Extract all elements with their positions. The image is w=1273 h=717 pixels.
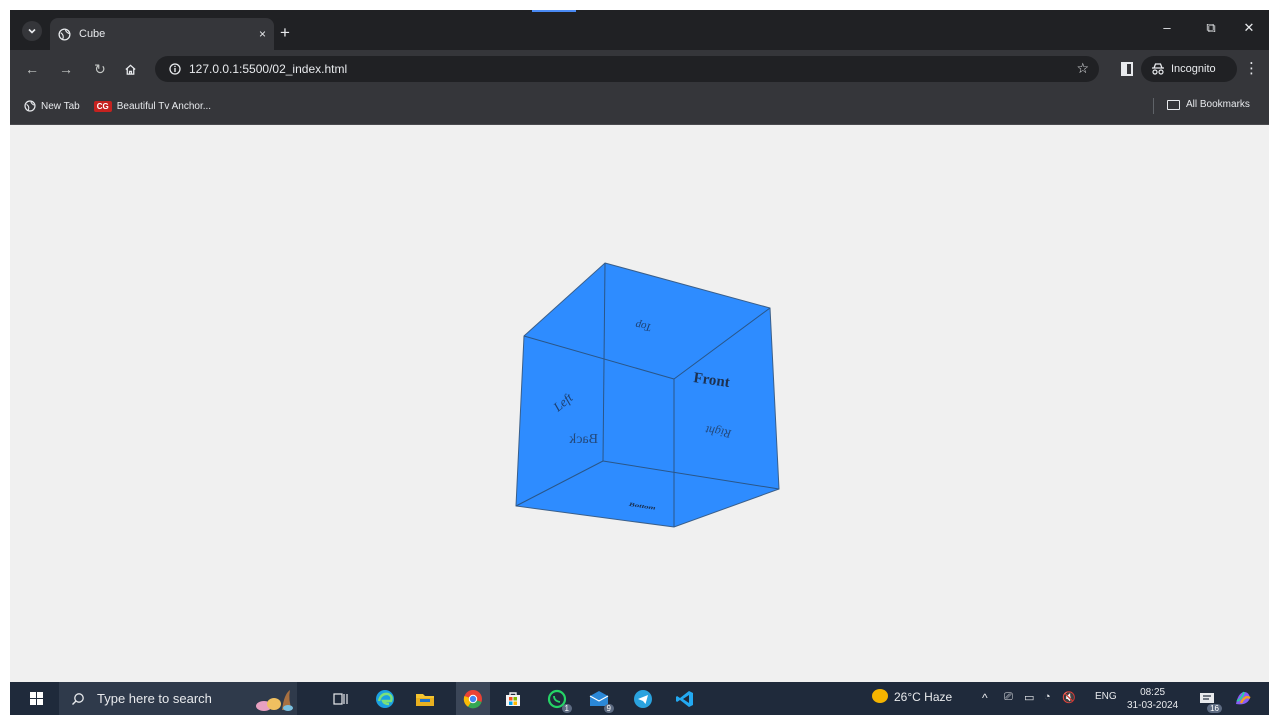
screen-frame: Cube × + – ⧉ ✕ ← → ↻ 127.0.0.1:5500/02_i… <box>10 10 1269 715</box>
tray-device-icon[interactable]: ⎚ <box>1004 691 1013 704</box>
whatsapp-icon[interactable]: 1 <box>546 688 572 713</box>
all-bookmarks-label: All Bookmarks <box>1186 99 1250 110</box>
search-placeholder: Type here to search <box>97 691 212 706</box>
globe-icon <box>24 100 36 112</box>
telegram-icon[interactable] <box>632 688 654 710</box>
cube: Front Top Left Back Right Bottom <box>515 262 780 528</box>
new-tab-button[interactable]: + <box>274 22 296 44</box>
bookmark-star-icon[interactable]: ☆ <box>1076 60 1089 77</box>
clock[interactable]: 08:25 31-03-2024 <box>1127 686 1178 712</box>
chrome-icon[interactable] <box>456 682 490 715</box>
minimize-button[interactable]: – <box>1156 20 1178 35</box>
weather-widget[interactable]: 26°C Haze <box>872 689 952 704</box>
url-text[interactable]: 127.0.0.1:5500/02_index.html <box>189 62 347 76</box>
wifi-icon[interactable]: ◔ <box>1044 691 1051 703</box>
cube-silhouette <box>515 262 780 528</box>
mail-badge: 9 <box>603 704 614 713</box>
mail-icon[interactable]: 9 <box>588 688 614 713</box>
cube-scene: Front Top Left Back Right Bottom <box>515 262 780 528</box>
home-icon[interactable] <box>120 59 140 79</box>
close-tab-icon[interactable]: × <box>259 27 266 41</box>
restore-button[interactable]: ⧉ <box>1200 20 1222 36</box>
bookmarks-divider <box>1153 98 1154 114</box>
clock-date: 31-03-2024 <box>1127 700 1179 711</box>
menu-kebab-icon[interactable]: ⋮ <box>1244 59 1259 77</box>
tab-cube[interactable]: Cube × <box>50 18 274 50</box>
forward-arrow-icon[interactable]: → <box>56 59 76 79</box>
tab-strip: Cube × + – ⧉ ✕ <box>10 10 1269 50</box>
all-bookmarks-button[interactable]: All Bookmarks <box>1167 99 1250 110</box>
bookmark-label: New Tab <box>41 100 80 112</box>
info-icon[interactable] <box>169 63 181 75</box>
bookmark-new-tab[interactable]: New Tab <box>24 100 80 112</box>
tab-title: Cube <box>79 28 106 40</box>
whatsapp-badge: 1 <box>561 704 572 713</box>
incognito-label: Incognito <box>1171 63 1216 75</box>
weather-text: 26°C Haze <box>894 690 953 704</box>
bookmarks-bar: New Tab CG Beautiful Tv Anchor... All Bo… <box>10 88 1269 125</box>
browser-toolbar: ← → ↻ 127.0.0.1:5500/02_index.html ☆ Inc… <box>10 50 1269 88</box>
clock-time: 08:25 <box>1140 687 1166 698</box>
folder-icon <box>1167 99 1180 110</box>
close-window-button[interactable]: ✕ <box>1238 20 1260 36</box>
battery-icon[interactable]: ▭ <box>1024 691 1034 704</box>
edge-browser-icon[interactable] <box>374 688 396 710</box>
reload-icon[interactable]: ↻ <box>90 59 110 79</box>
task-view-icon[interactable] <box>330 688 352 710</box>
file-explorer-icon[interactable] <box>414 688 436 710</box>
notifications-badge: 16 <box>1207 704 1222 713</box>
weather-sun-icon <box>872 689 888 703</box>
copilot-icon[interactable] <box>1232 688 1254 710</box>
page-viewport: Front Top Left Back Right Bottom <box>10 125 1269 682</box>
incognito-badge[interactable]: Incognito <box>1141 56 1237 82</box>
focus-accent-bar <box>532 10 576 12</box>
windows-start-icon[interactable] <box>30 692 44 706</box>
side-panel-icon[interactable] <box>1121 62 1133 76</box>
search-icon <box>72 692 84 705</box>
bookmark-label: Beautiful Tv Anchor... <box>116 100 212 112</box>
address-bar[interactable]: 127.0.0.1:5500/02_index.html ☆ <box>155 56 1099 82</box>
cg-logo-icon: CG <box>93 100 112 112</box>
vscode-icon[interactable] <box>674 688 696 710</box>
globe-icon <box>58 27 71 41</box>
face-label-back: Back <box>569 432 598 447</box>
chevron-down-icon <box>28 28 36 34</box>
language-indicator[interactable]: ENG <box>1095 691 1117 702</box>
windows-taskbar: Type here to search 1 9 26°C Haze ^ ⎚ ▭ … <box>10 682 1269 715</box>
incognito-icon <box>1152 63 1164 75</box>
easter-widget-icon[interactable] <box>252 686 296 712</box>
tray-chevron-up-icon[interactable]: ^ <box>982 691 988 705</box>
microsoft-store-icon[interactable] <box>502 688 524 710</box>
tab-search-button[interactable] <box>22 21 42 41</box>
volume-muted-icon[interactable]: 🔇 <box>1062 691 1076 704</box>
back-arrow-icon[interactable]: ← <box>22 59 42 79</box>
bookmark-tv-anchor[interactable]: CG Beautiful Tv Anchor... <box>93 100 212 112</box>
notifications-icon[interactable]: 16 <box>1196 688 1222 713</box>
